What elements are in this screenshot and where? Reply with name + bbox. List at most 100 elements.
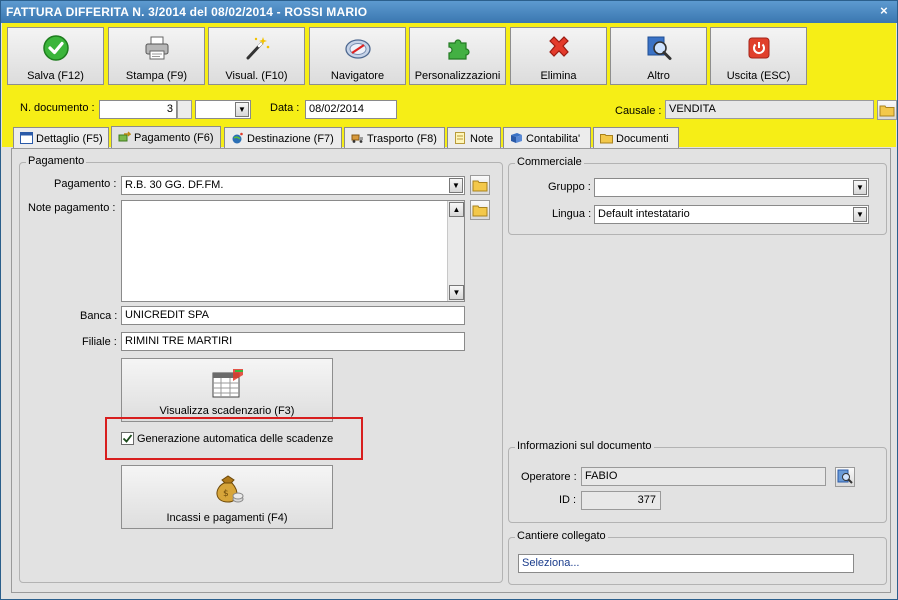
close-icon[interactable]: × xyxy=(877,4,891,18)
title-bar: FATTURA DIFFERITA N. 3/2014 del 08/02/20… xyxy=(1,1,897,23)
tab-documenti-label: Documenti xyxy=(616,133,669,145)
money-arrow-icon xyxy=(118,131,131,142)
date-field[interactable]: 08/02/2014 xyxy=(305,100,397,119)
svg-text:$: $ xyxy=(223,489,229,499)
doc-series-dropdown[interactable]: ▼ xyxy=(195,100,251,119)
tab-trasporto[interactable]: Trasporto (F8) xyxy=(344,127,445,149)
tab-note-label: Note xyxy=(470,133,494,145)
tab-pagamento-label: Pagamento (F6) xyxy=(134,132,214,144)
printer-icon xyxy=(145,36,169,60)
operatore-lookup-button[interactable] xyxy=(835,467,855,487)
note-icon xyxy=(455,132,465,144)
date-label: Data : xyxy=(270,102,300,114)
chevron-down-icon: ▼ xyxy=(853,180,867,195)
tab-contabilita[interactable]: Contabilita' xyxy=(503,127,591,149)
pagamento-value: R.B. 30 GG. DF.FM. xyxy=(125,179,224,191)
preview-button[interactable]: Visual. (F10) xyxy=(208,27,305,85)
folder-icon xyxy=(472,205,488,217)
note-pagamento-textarea[interactable]: ▲ ▼ xyxy=(121,200,465,302)
causale-field[interactable]: VENDITA xyxy=(665,100,874,119)
book-icon xyxy=(511,133,522,143)
chevron-down-icon[interactable]: ▼ xyxy=(449,285,464,300)
note-folder-button[interactable] xyxy=(470,200,490,220)
navigator-button[interactable]: Navigatore xyxy=(309,27,406,85)
gruppo-dropdown[interactable]: ▼ xyxy=(594,178,869,197)
cantiere-group-title: Cantiere collegato xyxy=(515,530,608,542)
power-icon xyxy=(748,37,770,59)
causale-folder-button[interactable] xyxy=(877,100,897,120)
delete-x-icon xyxy=(549,36,569,57)
note-scrollbar[interactable]: ▲ ▼ xyxy=(447,201,464,301)
causale-label: Causale : xyxy=(615,105,662,117)
commerciale-group-title: Commerciale xyxy=(515,156,584,168)
pagamento-group-title: Pagamento xyxy=(26,155,87,167)
highlight-box xyxy=(105,417,363,460)
doc-number-label: N. documento : xyxy=(20,102,95,114)
chevron-down-icon: ▼ xyxy=(449,178,463,193)
folder-icon xyxy=(472,180,488,192)
tab-documenti[interactable]: Documenti xyxy=(593,127,679,149)
magic-wand-icon xyxy=(246,37,270,60)
operatore-field[interactable]: FABIO xyxy=(581,467,826,486)
delete-button-label: Elimina xyxy=(540,70,577,82)
other-button-label: Altro xyxy=(647,70,670,82)
tab-pagamento[interactable]: Pagamento (F6) xyxy=(111,126,221,150)
pagamento-label: Pagamento : xyxy=(54,178,117,190)
commerciale-group: Commerciale Gruppo : ▼ Lingua : Default … xyxy=(508,156,887,235)
save-button-label: Salva (F12) xyxy=(27,70,84,82)
save-button[interactable]: Salva (F12) xyxy=(7,27,104,85)
print-button[interactable]: Stampa (F9) xyxy=(108,27,205,85)
navigator-button-label: Navigatore xyxy=(330,70,385,82)
chevron-up-icon[interactable]: ▲ xyxy=(449,202,464,217)
check-icon xyxy=(43,35,69,61)
truck-icon xyxy=(351,134,363,143)
gruppo-label: Gruppo : xyxy=(548,181,591,193)
id-field[interactable]: 377 xyxy=(581,491,661,510)
lingua-value: Default intestatario xyxy=(598,208,690,220)
note-pagamento-label: Note pagamento : xyxy=(28,202,116,214)
cantiere-group: Cantiere collegato Seleziona... xyxy=(508,530,887,585)
tab-note[interactable]: Note xyxy=(447,127,501,149)
grid-icon xyxy=(20,132,33,144)
info-documento-group: Informazioni sul documento Operatore : F… xyxy=(508,440,887,523)
magnifier-icon xyxy=(837,469,853,484)
banca-label: Banca : xyxy=(80,310,118,322)
cantiere-select[interactable]: Seleziona... xyxy=(518,554,854,573)
info-group-title: Informazioni sul documento xyxy=(515,440,654,452)
delete-button[interactable]: Elimina xyxy=(510,27,607,85)
exit-button-label: Uscita (ESC) xyxy=(726,70,791,82)
globe-icon xyxy=(232,132,243,144)
exit-button[interactable]: Uscita (ESC) xyxy=(710,27,807,85)
filiale-label: Filiale : xyxy=(82,336,117,348)
lingua-label: Lingua : xyxy=(552,208,592,220)
folder-icon xyxy=(600,134,613,144)
preview-button-label: Visual. (F10) xyxy=(225,70,288,82)
compass-icon xyxy=(345,39,371,59)
lingua-dropdown[interactable]: Default intestatario ▼ xyxy=(594,205,869,224)
doc-number-suffix-field[interactable] xyxy=(177,100,192,119)
tab-destinazione[interactable]: Destinazione (F7) xyxy=(224,127,342,149)
puzzle-icon xyxy=(448,39,470,60)
customizations-button-label: Personalizzazioni xyxy=(414,70,501,82)
pagamento-dropdown[interactable]: R.B. 30 GG. DF.FM. ▼ xyxy=(121,176,465,195)
incassi-pagamenti-button[interactable]: $ Incassi e pagamenti (F4) xyxy=(121,465,333,529)
customizations-button[interactable]: Personalizzazioni xyxy=(409,27,506,85)
doc-number-field[interactable]: 3 xyxy=(99,100,177,119)
operatore-label: Operatore : xyxy=(521,471,577,483)
money-bag-icon: $ xyxy=(216,475,244,503)
spreadsheet-icon xyxy=(212,369,243,398)
chevron-down-icon: ▼ xyxy=(853,207,867,222)
scadenzario-button-label: Visualizza scadenzario (F3) xyxy=(159,405,295,417)
invoice-window: FATTURA DIFFERITA N. 3/2014 del 08/02/20… xyxy=(0,0,898,600)
banca-field[interactable]: UNICREDIT SPA xyxy=(121,306,465,325)
pagamento-group: Pagamento Pagamento : R.B. 30 GG. DF.FM.… xyxy=(19,155,503,583)
filiale-field[interactable]: RIMINI TRE MARTIRI xyxy=(121,332,465,351)
folder-icon xyxy=(879,105,895,117)
scadenzario-button[interactable]: Visualizza scadenzario (F3) xyxy=(121,358,333,422)
tab-dettaglio[interactable]: Dettaglio (F5) xyxy=(13,127,109,149)
tab-destinazione-label: Destinazione (F7) xyxy=(247,133,334,145)
pagamento-folder-button[interactable] xyxy=(470,175,490,195)
tab-trasporto-label: Trasporto (F8) xyxy=(367,133,437,145)
window-title: FATTURA DIFFERITA N. 3/2014 del 08/02/20… xyxy=(6,5,368,19)
other-button[interactable]: Altro xyxy=(610,27,707,85)
